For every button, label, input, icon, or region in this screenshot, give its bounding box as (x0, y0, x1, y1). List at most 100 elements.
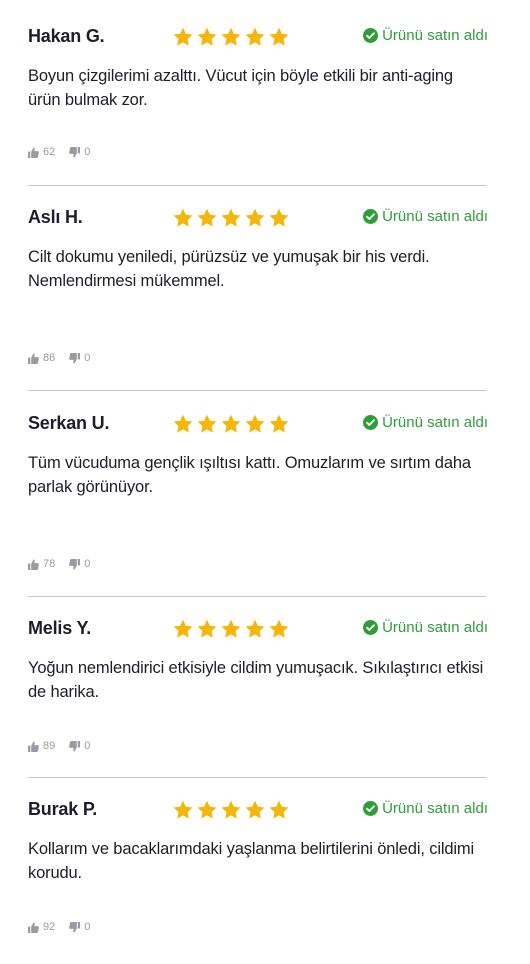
reviewer-name: Aslı H. (28, 207, 83, 227)
review-header: Serkan U. Ürünü satın aldı (28, 411, 488, 439)
verified-label: Ürünü satın aldı (382, 414, 488, 431)
star-icon (221, 619, 241, 638)
star-icon (245, 208, 265, 227)
star-icon (245, 414, 265, 433)
star-icon (173, 619, 193, 638)
like-count: 89 (43, 740, 56, 752)
review-card: Hakan G. Ürünü satın aldı Boyun çizgiler… (28, 24, 488, 158)
star-icon (221, 414, 241, 433)
dislike-count: 0 (84, 921, 91, 933)
verified-purchase-badge: Ürünü satın aldı (363, 208, 488, 225)
star-icon (173, 414, 193, 433)
thumbs-up-icon (28, 146, 39, 158)
dislike-count: 0 (84, 146, 91, 158)
review-text: Boyun çizgilerimi azalttı. Vücut için bö… (28, 67, 453, 109)
star-icon (245, 27, 265, 46)
thumbs-down-icon (69, 558, 81, 570)
star-icon (221, 27, 241, 46)
verified-purchase-badge: Ürünü satın aldı (363, 619, 488, 636)
star-icon (269, 800, 289, 819)
rating-stars (172, 799, 290, 821)
review-votes: 78 0 (28, 558, 90, 570)
check-circle-icon (363, 801, 379, 816)
like-button[interactable]: 89 (28, 740, 55, 752)
thumbs-up-icon (28, 558, 39, 570)
star-icon (197, 619, 217, 638)
verified-label: Ürünü satın aldı (382, 27, 488, 44)
rating-stars (172, 26, 290, 48)
check-circle-icon (363, 620, 379, 635)
review-votes: 89 0 (28, 740, 90, 752)
review-divider (28, 185, 486, 186)
dislike-count: 0 (84, 352, 91, 364)
star-icon (221, 800, 241, 819)
dislike-button[interactable]: 0 (69, 740, 90, 752)
review-header: Aslı H. Ürünü satın aldı (28, 205, 488, 233)
like-button[interactable]: 62 (28, 146, 55, 158)
thumbs-down-icon (69, 146, 81, 158)
review-card: Burak P. Ürünü satın aldı Kollarım ve ba… (28, 797, 488, 933)
star-icon (173, 27, 193, 46)
thumbs-up-icon (28, 352, 39, 364)
review-card: Serkan U. Ürünü satın aldı Tüm vücuduma … (28, 411, 488, 570)
reviewer-name: Melis Y. (28, 618, 92, 638)
rating-stars (172, 618, 290, 640)
review-card: Melis Y. Ürünü satın aldı Yoğun nemlendi… (28, 616, 488, 752)
review-header: Burak P. Ürünü satın aldı (28, 797, 488, 825)
review-divider (28, 596, 486, 597)
like-count: 78 (43, 558, 56, 570)
dislike-button[interactable]: 0 (69, 146, 90, 158)
verified-label: Ürünü satın aldı (382, 208, 488, 225)
star-icon (197, 414, 217, 433)
like-button[interactable]: 78 (28, 558, 55, 570)
review-votes: 92 0 (28, 921, 90, 933)
like-button[interactable]: 86 (28, 352, 55, 364)
star-icon (173, 208, 193, 227)
verified-purchase-badge: Ürünü satın aldı (363, 414, 488, 431)
reviewer-name: Hakan G. (28, 26, 105, 46)
star-icon (245, 800, 265, 819)
star-icon (197, 208, 217, 227)
star-icon (269, 208, 289, 227)
review-text: Yoğun nemlendirici etkisiyle cildim yumu… (28, 659, 484, 701)
review-votes: 86 0 (28, 352, 90, 364)
star-icon (269, 414, 289, 433)
review-text: Cilt dokumu yeniledi, pürüzsüz ve yumuşa… (28, 248, 430, 290)
review-divider (28, 777, 486, 778)
thumbs-up-icon (28, 740, 39, 752)
like-button[interactable]: 92 (28, 921, 55, 933)
star-icon (197, 27, 217, 46)
dislike-button[interactable]: 0 (69, 558, 90, 570)
star-icon (245, 619, 265, 638)
reviewer-name: Serkan U. (28, 413, 110, 433)
review-list: Hakan G. Ürünü satın aldı Boyun çizgiler… (0, 0, 530, 964)
verified-label: Ürünü satın aldı (382, 619, 488, 636)
like-count: 62 (43, 146, 56, 158)
dislike-count: 0 (84, 740, 91, 752)
review-votes: 62 0 (28, 146, 90, 158)
thumbs-up-icon (28, 921, 39, 933)
thumbs-down-icon (69, 921, 81, 933)
dislike-button[interactable]: 0 (69, 921, 90, 933)
star-icon (269, 619, 289, 638)
review-header: Hakan G. Ürünü satın aldı (28, 24, 488, 52)
check-circle-icon (363, 28, 379, 43)
star-icon (221, 208, 241, 227)
like-count: 92 (43, 921, 56, 933)
verified-label: Ürünü satın aldı (382, 800, 488, 817)
check-circle-icon (363, 415, 379, 430)
verified-purchase-badge: Ürünü satın aldı (363, 27, 488, 44)
star-icon (269, 27, 289, 46)
review-text: Tüm vücuduma gençlik ışıltısı kattı. Omu… (28, 454, 471, 496)
review-divider (28, 390, 486, 391)
dislike-button[interactable]: 0 (69, 352, 90, 364)
verified-purchase-badge: Ürünü satın aldı (363, 800, 488, 817)
rating-stars (172, 413, 290, 435)
reviewer-name: Burak P. (28, 799, 98, 819)
check-circle-icon (363, 209, 379, 224)
like-count: 86 (43, 352, 56, 364)
thumbs-down-icon (69, 352, 81, 364)
review-text: Kollarım ve bacaklarımdaki yaşlanma beli… (28, 840, 475, 882)
dislike-count: 0 (84, 558, 91, 570)
star-icon (197, 800, 217, 819)
